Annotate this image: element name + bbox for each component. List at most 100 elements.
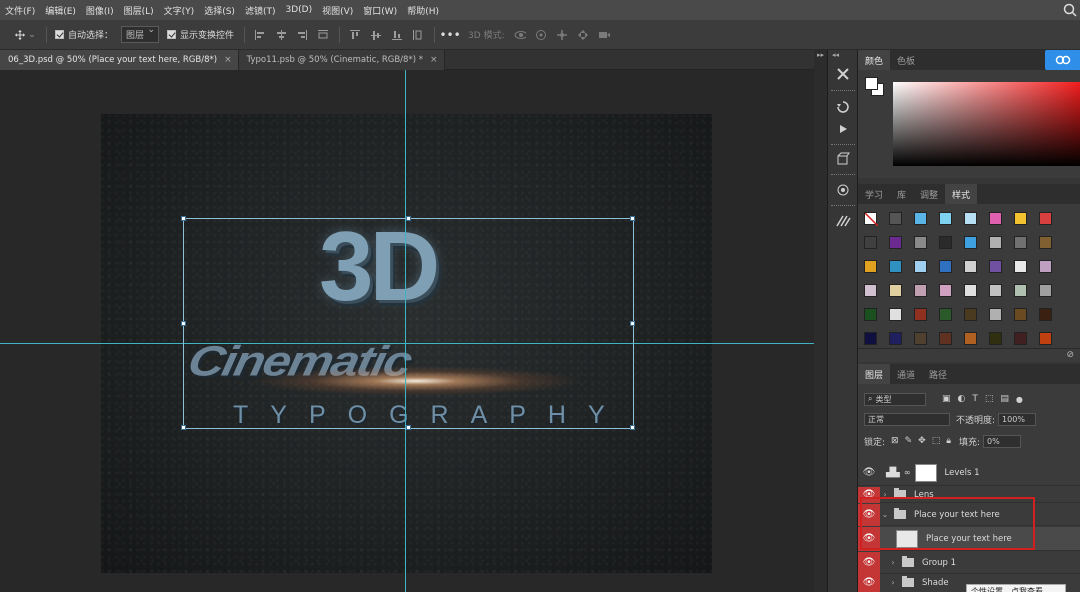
grip-icon[interactable] [831,205,855,208]
align-center-h-icon[interactable] [275,29,287,41]
visibility-eye-icon[interactable]: 👁︎ [858,462,880,484]
style-preset-swatch[interactable] [889,212,902,225]
more-options-icon[interactable]: ••• [439,28,460,42]
style-preset-swatch[interactable] [1014,236,1027,249]
pan-3d-icon[interactable] [556,29,568,41]
shape-filter-icon[interactable]: ⬚ [985,394,994,404]
paragraph-styles-icon[interactable] [834,212,852,230]
chevron-right-icon[interactable]: › [888,578,898,587]
transform-handle-bl[interactable] [181,425,186,430]
transform-handle-tr[interactable] [630,216,635,221]
style-preset-swatch[interactable] [914,212,927,225]
grip-icon[interactable] [831,144,855,147]
style-preset-swatch[interactable] [964,308,977,321]
style-preset-swatch[interactable] [889,236,902,249]
style-preset-swatch[interactable] [964,284,977,297]
style-preset-swatch[interactable] [989,260,1002,273]
lock-artboard-icon[interactable]: ⬚ [932,436,941,446]
style-preset-swatch[interactable] [989,284,1002,297]
brush-settings-icon[interactable] [834,181,852,199]
layer-filter-dropdown[interactable]: ⌕ 类型 [864,392,926,406]
tab-swatches[interactable]: 色板 [890,50,922,70]
style-preset-swatch[interactable] [1014,332,1027,345]
style-preset-swatch[interactable] [914,284,927,297]
style-preset-swatch[interactable] [1014,308,1027,321]
tab-libraries[interactable]: 库 [890,184,913,204]
tab-learn[interactable]: 学习 [858,184,890,204]
auto-select-dropdown[interactable]: 图层 [121,25,160,43]
visibility-eye-icon[interactable]: 👁︎ [858,526,880,551]
transform-handle-mr[interactable] [630,321,635,326]
auto-select-checkbox[interactable] [55,30,64,39]
grip-icon[interactable] [831,174,855,177]
style-preset-swatch[interactable] [939,308,952,321]
style-preset-swatch[interactable] [1039,260,1052,273]
tools-icon[interactable] [834,65,852,83]
tab-06-3d[interactable]: 06_3D.psd @ 50% (Place your text here, R… [0,50,239,70]
smart-object-filter-icon[interactable]: ▤ [1000,394,1009,404]
chevron-down-icon[interactable]: ⌄ [28,29,36,41]
style-preset-swatch[interactable] [889,284,902,297]
style-preset-swatch[interactable] [889,332,902,345]
menu-edit[interactable]: 编辑(E) [40,4,81,17]
auto-select-value[interactable]: 图层 [121,25,160,43]
tab-typo11[interactable]: Typo11.psb @ 50% (Cinematic, RGB/8*) * × [238,50,445,70]
style-preset-swatch[interactable] [1014,260,1027,273]
transform-handle-tl[interactable] [181,216,186,221]
layer-row-group-place-text[interactable]: 👁︎ ⌄ Place your text here [858,503,1080,526]
canvas-workspace[interactable]: 3D Cinematic TYPOGRAPHY [0,70,814,592]
style-preset-swatch[interactable] [864,260,877,273]
opacity-input[interactable]: 100% [998,412,1037,426]
style-preset-swatch[interactable] [964,212,977,225]
style-preset-swatch[interactable] [864,284,877,297]
close-icon[interactable]: × [224,55,232,65]
lock-position-icon[interactable]: ✥ [918,436,926,446]
align-middle-icon[interactable] [370,29,382,41]
menu-window[interactable]: 窗口(W) [358,4,402,17]
color-picker-field[interactable] [893,82,1080,166]
menu-help[interactable]: 帮助(H) [402,4,444,17]
lock-pixels-icon[interactable]: ✎ [905,436,913,446]
style-preset-swatch[interactable] [889,260,902,273]
style-preset-swatch[interactable] [989,236,1002,249]
collapse-icon[interactable]: ▸▸ [817,51,824,59]
style-preset-swatch[interactable] [1014,212,1027,225]
layer-row-group1[interactable]: 👁︎ › Group 1 [858,551,1080,574]
layer-row-place-text-smart[interactable]: 👁︎ Place your text here [858,526,1080,551]
link-icon[interactable]: ∞ [904,468,911,477]
layer-mask-thumbnail[interactable] [914,463,937,482]
visibility-eye-icon[interactable]: 👁︎ [858,572,880,592]
smart-object-thumbnail[interactable] [896,529,918,548]
style-preset-swatch[interactable] [1039,212,1052,225]
align-right-icon[interactable] [296,29,308,41]
menu-type[interactable]: 文字(Y) [159,4,200,17]
scale-3d-icon[interactable] [598,29,610,41]
auto-select-option[interactable]: 自动选择： [55,28,113,41]
tab-color[interactable]: 颜色 [858,50,891,70]
blend-mode-dropdown[interactable]: 正常 [864,412,950,426]
cloud-sync-icon[interactable] [1045,50,1080,70]
style-preset-swatch[interactable] [914,236,927,249]
tab-paths[interactable]: 路径 [922,364,954,384]
image-filter-icon[interactable]: ▣ [942,394,951,404]
foreground-color-swatch[interactable] [865,77,878,90]
transform-handle-br[interactable] [630,425,635,430]
style-preset-swatch[interactable] [889,308,902,321]
style-preset-swatch[interactable] [939,284,952,297]
move-tool-icon[interactable] [14,29,26,41]
show-transform-option[interactable]: 显示变换控件 [167,28,234,41]
tab-layers[interactable]: 图层 [858,364,891,384]
style-preset-swatch[interactable] [1039,284,1052,297]
grip-icon[interactable] [831,90,855,93]
adjustment-filter-icon[interactable]: ◐ [958,394,966,404]
style-preset-swatch[interactable] [964,236,977,249]
roll-3d-icon[interactable] [535,29,547,41]
visibility-eye-icon[interactable]: 👁︎ [858,503,880,526]
chevron-down-icon[interactable]: ⌄ [880,510,890,519]
style-preset-swatch[interactable] [1039,308,1052,321]
layer-row-levels[interactable]: 👁︎ ▟▙ ∞ Levels 1 [858,460,1080,486]
style-preset-swatch[interactable] [964,260,977,273]
filter-toggle-icon[interactable]: ● [1016,395,1023,404]
orbit-3d-icon[interactable] [514,29,526,41]
menu-filter[interactable]: 滤镜(T) [240,4,281,17]
